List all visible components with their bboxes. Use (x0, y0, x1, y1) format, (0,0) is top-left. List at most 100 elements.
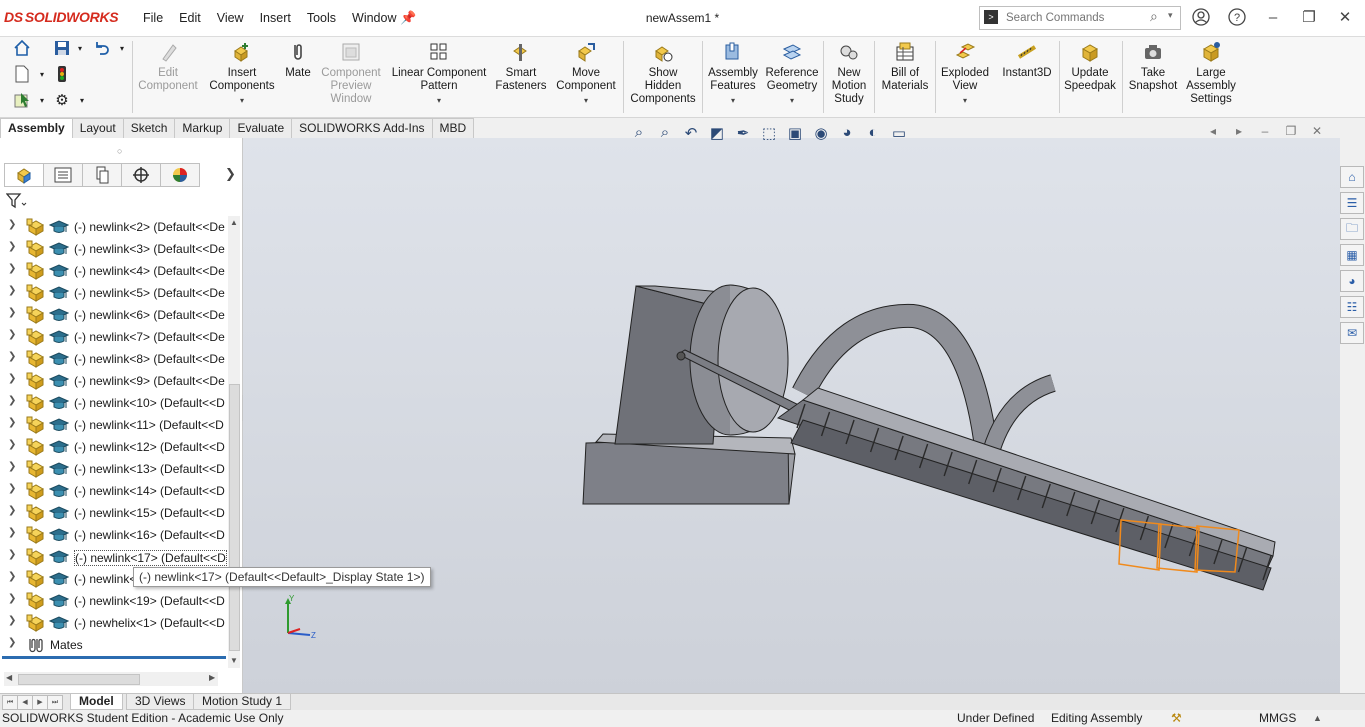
assembly-model[interactable] (243, 138, 1340, 693)
tree-vertical-scrollbar[interactable]: ▲ ▼ (228, 216, 240, 668)
configuration-manager-tab[interactable] (82, 163, 122, 187)
dimxpert-tab[interactable] (121, 163, 161, 187)
options-gear-icon[interactable]: ⚙ (52, 91, 72, 111)
rebuild-status-icon[interactable]: ⚒ (1171, 710, 1182, 727)
tab-model[interactable]: Model (70, 694, 123, 710)
tree-item[interactable]: ❯ (-) newlink<14> (Default<<D (0, 480, 228, 502)
menu-file[interactable]: File (135, 11, 171, 25)
menu-tools[interactable]: Tools (299, 11, 344, 25)
viewport-prev-icon[interactable]: ◂ (1200, 124, 1226, 138)
tree-item-mates[interactable]: ❯ Mates (0, 634, 228, 656)
undo-dropdown-icon[interactable]: ▾ (112, 39, 132, 59)
component-preview-window-button[interactable]: Component Preview Window (316, 41, 386, 106)
user-account-icon[interactable] (1191, 8, 1211, 28)
expand-chevron-icon[interactable]: ❯ (8, 307, 16, 318)
search-dropdown-icon[interactable]: ▾ (1168, 10, 1173, 21)
expand-chevron-icon[interactable]: ❯ (8, 219, 16, 230)
home-icon[interactable] (12, 39, 32, 59)
smart-fasteners-button[interactable]: Smart Fasteners (492, 41, 550, 93)
tree-item[interactable]: ❯ (-) newlink<4> (Default<<De (0, 260, 228, 282)
menu-insert[interactable]: Insert (252, 11, 299, 25)
expand-chevron-icon[interactable]: ❯ (8, 329, 16, 340)
last-tab-icon[interactable]: ⏭ (47, 695, 63, 710)
tree-item[interactable]: ❯ (-) newlink<19> (Default<<D (0, 590, 228, 612)
close-icon[interactable]: ✕ (1335, 8, 1355, 28)
linear-pattern-dropdown-icon[interactable]: ▾ (388, 94, 490, 107)
move-component-dropdown-icon[interactable]: ▾ (552, 94, 620, 107)
tree-item[interactable]: ❯ (-) newlink<3> (Default<<De (0, 238, 228, 260)
tab-layout[interactable]: Layout (71, 118, 124, 138)
update-speedpak-button[interactable]: Update Speedpak (1062, 41, 1118, 93)
expand-chevron-icon[interactable]: ❯ (8, 263, 16, 274)
tree-item[interactable]: ❯ (-) newlink<17> (Default<<D (0, 546, 228, 568)
rollback-bar[interactable] (2, 656, 226, 659)
tab-markup[interactable]: Markup (174, 118, 231, 138)
bill-of-materials-button[interactable]: Bill of Materials (876, 41, 934, 93)
exploded-view-button[interactable]: Exploded View ▾ (938, 41, 992, 107)
viewport-close-icon[interactable]: ✕ (1304, 124, 1330, 138)
insert-components-dropdown-icon[interactable]: ▾ (204, 94, 280, 107)
select-icon[interactable] (12, 91, 32, 111)
save-icon[interactable] (52, 39, 72, 59)
scroll-down-icon[interactable]: ▼ (230, 656, 238, 665)
tab-sketch[interactable]: Sketch (122, 118, 176, 138)
menu-window[interactable]: Window (344, 11, 404, 25)
tree-item[interactable]: ❯ (-) newlink<6> (Default<<De (0, 304, 228, 326)
first-tab-icon[interactable]: ⏮ (2, 695, 18, 710)
tree-item[interactable]: ❯ (-) newlink<5> (Default<<De (0, 282, 228, 304)
expand-chevron-icon[interactable]: ❯ (8, 549, 16, 560)
scroll-left-icon[interactable]: ◀ (6, 673, 12, 682)
minimize-icon[interactable]: – (1263, 8, 1283, 28)
viewport-next-icon[interactable]: ▸ (1226, 124, 1252, 138)
tree-item[interactable]: ❯ (-) newlink<13> (Default<<D (0, 458, 228, 480)
solidworks-logo[interactable]: DS SOLIDWORKS (4, 9, 119, 25)
tree-item[interactable]: ❯ (-) newlink<7> (Default<<De (0, 326, 228, 348)
tab-evaluate[interactable]: Evaluate (229, 118, 293, 138)
edit-component-button[interactable]: Edit Component (134, 41, 202, 93)
search-input[interactable] (1004, 9, 1148, 27)
expand-chevron-icon[interactable]: ❯ (8, 615, 16, 626)
assembly-features-dropdown-icon[interactable]: ▾ (704, 94, 762, 107)
panel-splitter-handle[interactable]: ○ (117, 146, 122, 156)
graphics-area[interactable]: ⌕ ⌕ ↶ ◩ ✒ ⬚ ▣ ◉ ◕ ◐ ▭ ◂ ▸ – ❐ ✕ Y Z (243, 124, 1340, 693)
scroll-right-icon[interactable]: ▶ (209, 673, 215, 682)
expand-chevron-icon[interactable]: ❯ (8, 417, 16, 428)
tab-motion-study-1[interactable]: Motion Study 1 (193, 694, 292, 710)
appearances-icon[interactable]: ◕ (1340, 270, 1364, 292)
move-component-button[interactable]: Move Component ▾ (552, 41, 620, 107)
linear-component-pattern-button[interactable]: Linear Component Pattern ▾ (388, 41, 490, 107)
menu-view[interactable]: View (209, 11, 252, 25)
expand-chevron-icon[interactable]: ❯ (8, 461, 16, 472)
tab-mbd[interactable]: MBD (431, 118, 475, 138)
expand-chevron-icon[interactable]: ❯ (8, 571, 16, 582)
insert-components-button[interactable]: Insert Components ▾ (204, 41, 280, 107)
show-hidden-components-button[interactable]: Show Hidden Components (626, 41, 700, 106)
tree-item[interactable]: ❯ (-) newlink<2> (Default<<De (0, 216, 228, 238)
property-manager-tab[interactable] (43, 163, 83, 187)
tree-item[interactable]: ❯ (-) newlink<8> (Default<<De (0, 348, 228, 370)
scroll-thumb[interactable] (229, 384, 240, 651)
design-library-icon[interactable]: ☰ (1340, 192, 1364, 214)
viewport-restore-icon[interactable]: ❐ (1278, 124, 1304, 138)
expand-chevron-icon[interactable]: ❯ (8, 373, 16, 384)
expand-chevron-icon[interactable]: ❯ (8, 527, 16, 538)
scroll-up-icon[interactable]: ▲ (230, 218, 238, 227)
tree-item[interactable]: ❯ (-) newhelix<1> (Default<<D (0, 612, 228, 634)
undo-icon[interactable] (92, 39, 112, 59)
units-selector[interactable]: MMGS (1259, 710, 1296, 727)
restore-icon[interactable]: ❐ (1299, 8, 1319, 28)
view-palette-icon[interactable]: ▦ (1340, 244, 1364, 266)
tree-item[interactable]: ❯ (-) newlink<15> (Default<<D (0, 502, 228, 524)
tab-addins[interactable]: SOLIDWORKS Add-Ins (291, 118, 433, 138)
tree-item[interactable]: ❯ (-) newlink<12> (Default<<D (0, 436, 228, 458)
select-dropdown-icon[interactable]: ▾ (32, 91, 52, 111)
expand-chevron-icon[interactable]: ❯ (8, 483, 16, 494)
prev-tab-icon[interactable]: ◀ (17, 695, 33, 710)
new-document-icon[interactable] (12, 65, 32, 85)
feature-manager-tab[interactable] (4, 163, 44, 187)
expand-chevron-icon[interactable]: ❯ (8, 241, 16, 252)
reference-geometry-dropdown-icon[interactable]: ▾ (762, 94, 822, 107)
viewport-minimize-icon[interactable]: – (1252, 124, 1278, 138)
forum-icon[interactable]: ✉ (1340, 322, 1364, 344)
new-dropdown-icon[interactable]: ▾ (32, 65, 52, 85)
